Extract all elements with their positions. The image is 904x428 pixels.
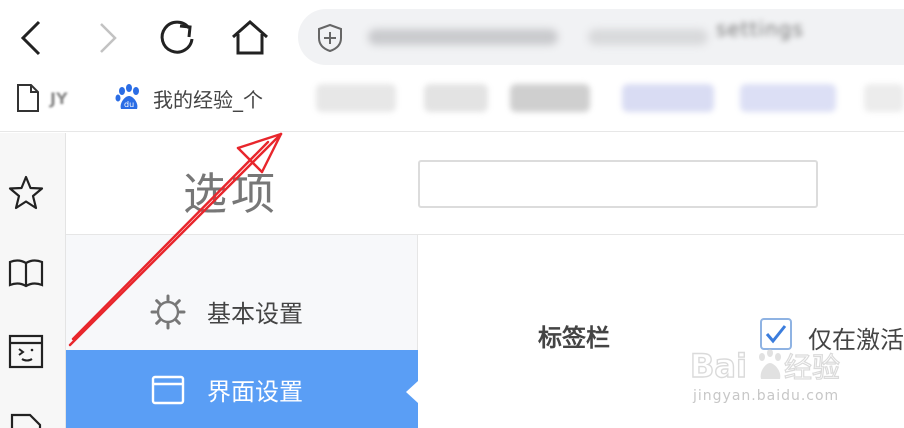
bookmark-blurred <box>740 84 836 112</box>
bookmark-label: 我的经验_个 <box>153 87 263 112</box>
checkmark-icon <box>765 325 787 344</box>
active-menu-caret <box>406 381 418 403</box>
bookmark-bar: JY du 我的经验_个 <box>0 70 904 132</box>
home-button[interactable] <box>226 14 274 62</box>
bookmark-item[interactable]: JY <box>16 82 68 114</box>
star-icon[interactable] <box>8 175 44 211</box>
document-icon[interactable] <box>8 413 44 428</box>
watermark-url: jingyan.baidu.com <box>693 388 840 404</box>
reload-icon <box>160 20 194 54</box>
home-icon <box>232 19 268 55</box>
url-text: settings <box>716 17 804 41</box>
chevron-left-icon <box>20 20 41 56</box>
svg-text:du: du <box>124 100 134 109</box>
tool-strip <box>0 133 66 428</box>
baidu-jingyan-watermark: Bai 经验 <box>690 346 841 385</box>
book-icon[interactable] <box>8 255 44 291</box>
menu-item-label: 界面设置 <box>207 377 303 406</box>
extension-box-icon[interactable] <box>8 333 44 369</box>
settings-side-menu: 基本设置 界面设置 <box>66 235 418 428</box>
bookmark-blurred <box>622 84 714 112</box>
url-blurred <box>368 29 558 45</box>
chevron-right-icon <box>100 23 117 53</box>
url-blurred <box>588 29 708 45</box>
bookmark-blurred <box>864 84 904 112</box>
forward-button[interactable] <box>84 14 132 62</box>
baidu-paw-icon: du <box>115 84 139 109</box>
shield-icon <box>318 23 342 53</box>
gear-icon <box>150 294 186 330</box>
bookmark-label: JY <box>50 88 68 108</box>
bookmark-blurred <box>316 84 396 112</box>
back-button[interactable] <box>8 14 56 62</box>
reload-button[interactable] <box>154 14 202 62</box>
file-icon <box>17 84 39 112</box>
options-search-input[interactable] <box>418 160 818 208</box>
bookmark-blurred <box>510 84 590 112</box>
svg-text:Bai: Bai <box>690 347 747 385</box>
address-bar[interactable] <box>298 9 904 65</box>
bookmark-item[interactable]: du 我的经验_个 <box>114 82 263 114</box>
menu-item-basic-settings[interactable]: 基本设置 <box>66 272 418 350</box>
menu-item-label: 基本设置 <box>207 299 303 328</box>
svg-text:经验: 经验 <box>784 351 840 384</box>
page-title: 选项 <box>183 169 279 220</box>
menu-item-interface-settings[interactable]: 界面设置 <box>66 350 418 428</box>
bookmark-blurred <box>424 84 488 112</box>
section-label-tabbar: 标签栏 <box>538 324 610 352</box>
window-icon <box>151 375 185 405</box>
